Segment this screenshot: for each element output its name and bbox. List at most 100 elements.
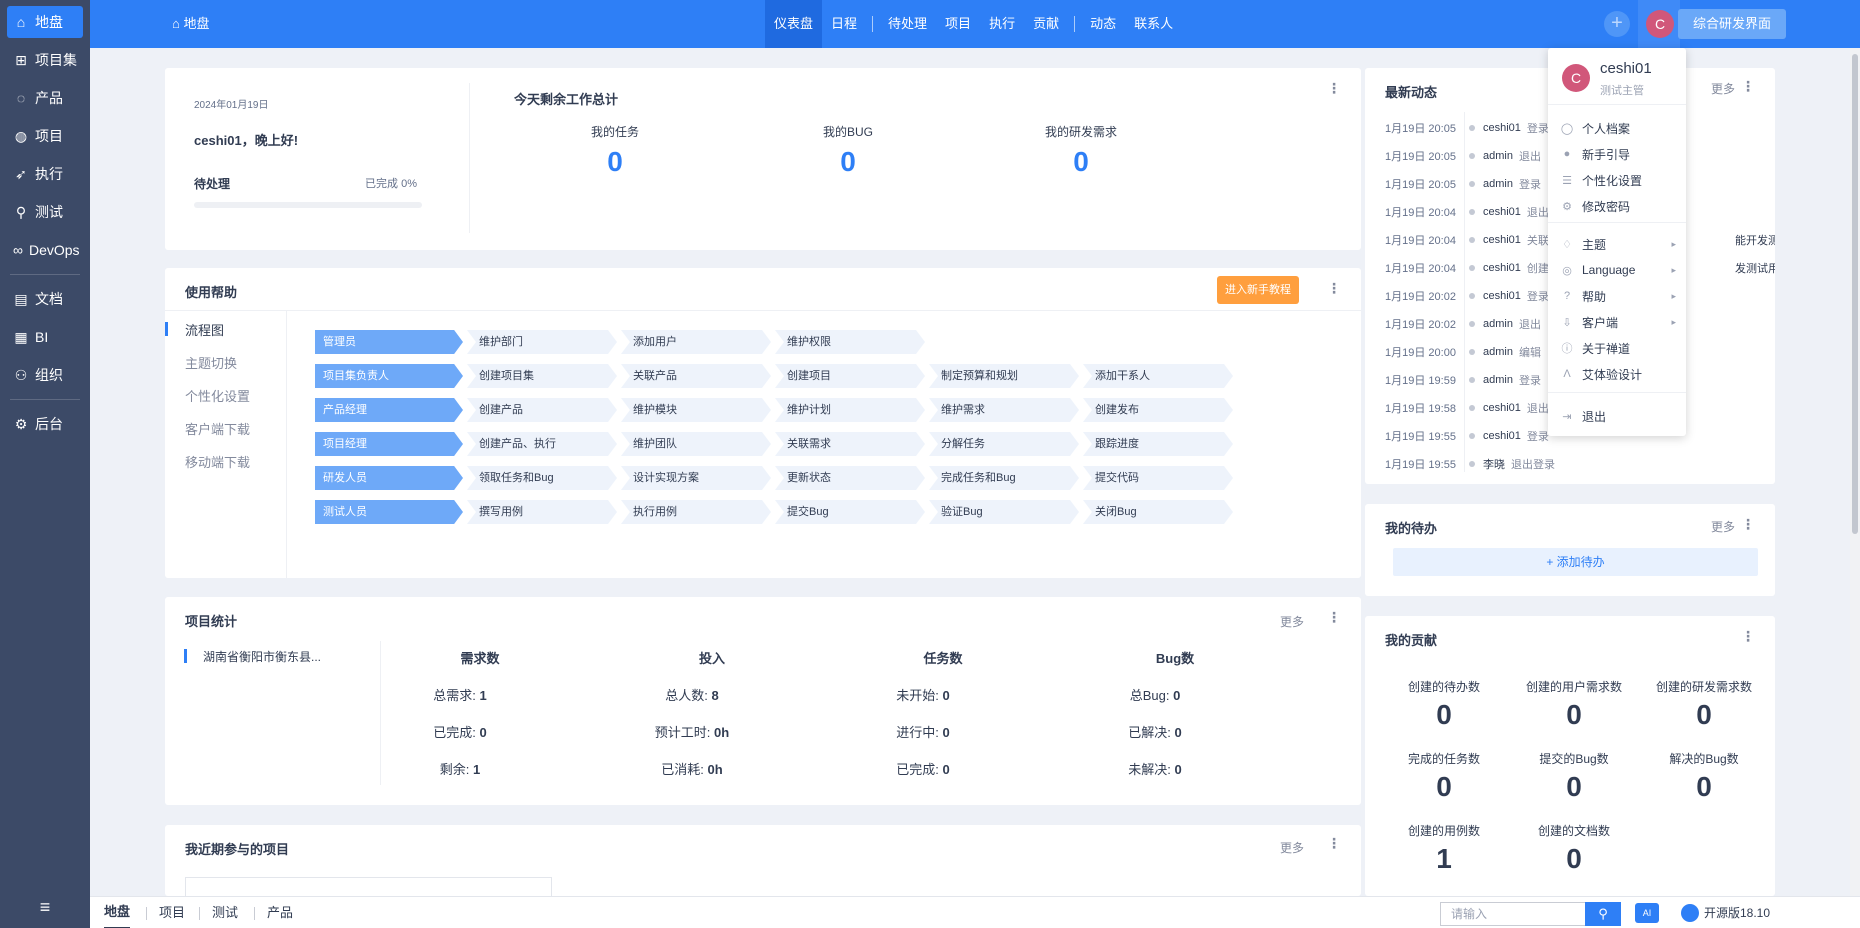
help-tab[interactable]: 流程图 — [185, 320, 224, 339]
flow-step[interactable]: 创建发布 — [1083, 398, 1233, 422]
search-button[interactable]: ⚲ — [1585, 902, 1621, 926]
project-card[interactable] — [185, 877, 552, 896]
sidebar-item-8[interactable]: ▦ BI — [7, 321, 83, 353]
sidebar-item-7[interactable]: ▤ 文档 — [7, 283, 83, 315]
flow-step[interactable]: 关闭Bug — [1083, 500, 1233, 524]
flow-step[interactable]: 维护权限 — [775, 330, 925, 354]
more-link[interactable]: 更多 — [1711, 518, 1735, 535]
top-nav-item[interactable]: 执行 — [980, 0, 1024, 48]
more-link[interactable]: 更多 — [1280, 839, 1304, 856]
flow-step[interactable]: 制定预算和规划 — [929, 364, 1079, 388]
user-menu-item[interactable]: ⇥ 退出 — [1560, 404, 1676, 428]
top-nav-item[interactable]: 项目 — [936, 0, 980, 48]
top-nav-item[interactable]: 仪表盘 — [765, 0, 823, 48]
activity-row[interactable]: 1月19日 20:04 ceshi01 关联 能开发测试 — [1385, 230, 1775, 250]
more-options-icon[interactable]: ⋮ — [1741, 78, 1755, 95]
flow-step[interactable]: 关联需求 — [775, 432, 925, 456]
contribution-value[interactable]: 0 — [1509, 771, 1639, 803]
bottom-nav-link[interactable]: 地盘 — [104, 897, 131, 928]
flow-step[interactable]: 跟踪进度 — [1083, 432, 1233, 456]
pending-label[interactable]: 待处理 — [194, 175, 230, 192]
flow-step[interactable]: 撰写用例 — [467, 500, 617, 524]
user-menu-item[interactable]: ● 新手引导 — [1560, 142, 1676, 166]
sidebar-item-2[interactable]: ◌ 产品 — [7, 82, 83, 114]
sidebar-item-0[interactable]: ⌂ 地盘 — [7, 6, 83, 38]
create-button[interactable]: + — [1604, 11, 1630, 37]
tutorial-button[interactable]: 进入新手教程 — [1217, 276, 1299, 304]
today-stat-value[interactable]: 0 — [788, 146, 908, 178]
bottom-nav-link[interactable]: 测试 — [212, 897, 238, 928]
activity-row[interactable]: 1月19日 20:02 admin 退出 — [1385, 314, 1541, 334]
flow-step[interactable]: 执行用例 — [621, 500, 771, 524]
activity-row[interactable]: 1月19日 20:05 admin 登录 — [1385, 174, 1541, 194]
page-scrollbar[interactable] — [1850, 48, 1860, 896]
more-options-icon[interactable]: ⋮ — [1741, 516, 1755, 533]
flow-step[interactable]: 创建项目 — [775, 364, 925, 388]
contribution-value[interactable]: 0 — [1509, 843, 1639, 875]
flow-role[interactable]: 测试人员 — [315, 500, 463, 524]
flow-step[interactable]: 关联产品 — [621, 364, 771, 388]
user-menu-item[interactable]: ◎ Language ▸ — [1560, 258, 1676, 282]
flow-step[interactable]: 分解任务 — [929, 432, 1079, 456]
flow-step[interactable]: 添加干系人 — [1083, 364, 1233, 388]
flow-role[interactable]: 产品经理 — [315, 398, 463, 422]
contribution-value[interactable]: 0 — [1639, 699, 1769, 731]
flow-step[interactable]: 维护模块 — [621, 398, 771, 422]
user-menu-item[interactable]: ⓘ 关于禅道 — [1560, 336, 1676, 360]
flow-role[interactable]: 项目集负责人 — [315, 364, 463, 388]
more-options-icon[interactable]: ⋮ — [1327, 280, 1341, 297]
flow-step[interactable]: 维护需求 — [929, 398, 1079, 422]
sidebar-item-3[interactable]: ◍ 项目 — [7, 120, 83, 152]
user-menu-item[interactable]: ⇩ 客户端 ▸ — [1560, 310, 1676, 334]
flow-step[interactable]: 创建项目集 — [467, 364, 617, 388]
scrollbar-thumb[interactable] — [1852, 54, 1858, 534]
sidebar-item-5[interactable]: ⚲ 测试 — [7, 196, 83, 228]
bottom-nav-link[interactable]: 产品 — [267, 897, 293, 928]
top-nav-item[interactable]: 日程 — [822, 0, 866, 48]
more-options-icon[interactable]: ⋮ — [1741, 628, 1755, 645]
breadcrumb[interactable]: ⌂ 地盘 — [172, 0, 209, 48]
flow-step[interactable]: 添加用户 — [621, 330, 771, 354]
activity-row[interactable]: 1月19日 19:58 ceshi01 退出 — [1385, 398, 1549, 418]
contribution-value[interactable]: 0 — [1509, 699, 1639, 731]
activity-row[interactable]: 1月19日 20:04 ceshi01 退出 — [1385, 202, 1549, 222]
top-nav-item[interactable]: 联系人 — [1125, 0, 1182, 48]
flow-step[interactable]: 领取任务和Bug — [467, 466, 617, 490]
flow-step[interactable]: 设计实现方案 — [621, 466, 771, 490]
activity-row[interactable]: 1月19日 20:05 ceshi01 登录 — [1385, 118, 1549, 138]
contribution-value[interactable]: 1 — [1379, 843, 1509, 875]
flow-role[interactable]: 管理员 — [315, 330, 463, 354]
activity-row[interactable]: 1月19日 20:02 ceshi01 登录 — [1385, 286, 1549, 306]
activity-row[interactable]: 1月19日 20:04 ceshi01 创建 发测试用例 — [1385, 258, 1775, 278]
more-link[interactable]: 更多 — [1711, 80, 1735, 97]
flow-step[interactable]: 创建产品、执行 — [467, 432, 617, 456]
top-nav-item[interactable]: 待处理 — [879, 0, 936, 48]
flow-step[interactable]: 维护团队 — [621, 432, 771, 456]
top-nav-item[interactable]: 动态 — [1081, 0, 1125, 48]
more-options-icon[interactable]: ⋮ — [1327, 835, 1341, 852]
today-stat-value[interactable]: 0 — [555, 146, 675, 178]
bottom-nav-link[interactable]: 项目 — [159, 897, 185, 928]
contribution-value[interactable]: 0 — [1639, 771, 1769, 803]
contribution-value[interactable]: 0 — [1379, 699, 1509, 731]
user-menu-item[interactable]: ◯ 个人档案 — [1560, 116, 1676, 140]
project-name[interactable]: 湖南省衡阳市衡东县... — [203, 648, 321, 665]
flow-step[interactable]: 维护计划 — [775, 398, 925, 422]
flow-step[interactable]: 维护部门 — [467, 330, 617, 354]
today-stat-value[interactable]: 0 — [1021, 146, 1141, 178]
flow-step[interactable]: 完成任务和Bug — [929, 466, 1079, 490]
user-menu-item[interactable]: ♢ 主题 ▸ — [1560, 232, 1676, 256]
sidebar-item-1[interactable]: ⊞ 项目集 — [7, 44, 83, 76]
user-menu-item[interactable]: ? 帮助 ▸ — [1560, 284, 1676, 308]
more-options-icon[interactable]: ⋮ — [1327, 80, 1341, 97]
flow-step[interactable]: 提交代码 — [1083, 466, 1233, 490]
top-nav-item[interactable]: 贡献 — [1024, 0, 1068, 48]
add-todo-button[interactable]: + 添加待办 — [1393, 548, 1758, 576]
help-tab[interactable]: 移动端下载 — [185, 452, 250, 471]
user-menu-item[interactable]: ☰ 个性化设置 — [1560, 168, 1676, 192]
ai-chat-icon[interactable]: AI — [1635, 903, 1659, 923]
sidebar-item-6[interactable]: ∞ DevOps — [7, 234, 83, 266]
activity-row[interactable]: 1月19日 19:55 ceshi01 登录 — [1385, 426, 1549, 446]
activity-row[interactable]: 1月19日 20:00 admin 编辑 — [1385, 342, 1541, 362]
flow-step[interactable]: 验证Bug — [929, 500, 1079, 524]
